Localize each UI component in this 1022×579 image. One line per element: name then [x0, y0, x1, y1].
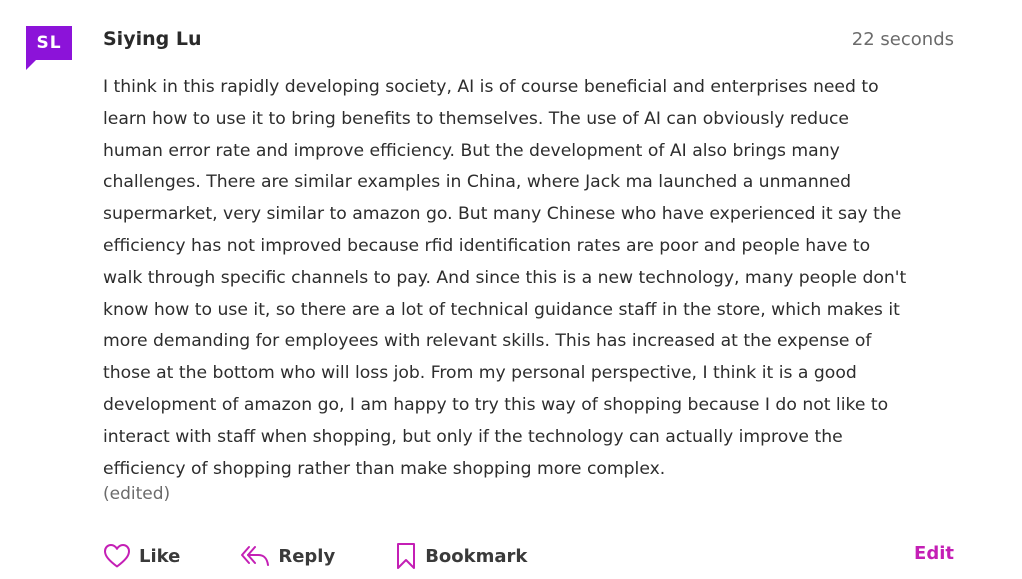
avatar-tail [26, 60, 36, 70]
like-button[interactable]: Like [103, 543, 180, 569]
reply-label: Reply [278, 545, 336, 567]
edit-button[interactable]: Edit [914, 543, 954, 564]
post-body: I think in this rapidly developing socie… [103, 77, 907, 479]
edited-indicator: (edited) [103, 484, 171, 504]
author-name[interactable]: Siying Lu [103, 28, 201, 50]
post-actions: Like Reply Bookmark [103, 540, 587, 572]
avatar-initials: SL [36, 33, 62, 53]
reply-button[interactable]: Reply [240, 544, 335, 568]
bookmark-icon [397, 543, 416, 569]
heart-icon [104, 544, 130, 568]
avatar[interactable]: SL [26, 26, 72, 60]
reply-icon [241, 546, 270, 566]
like-label: Like [139, 545, 181, 567]
post-timestamp: 22 seconds [851, 29, 954, 50]
bookmark-label: Bookmark [425, 545, 528, 567]
bookmark-button[interactable]: Bookmark [395, 542, 527, 570]
